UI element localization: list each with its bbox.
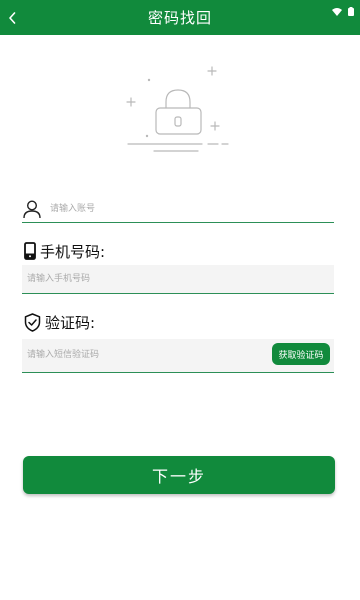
verification-code-input[interactable] (27, 347, 247, 363)
account-row (22, 196, 334, 223)
password-recovery-screen: 密码找回 请输入账号 手机号码: 请输入手机号码 验证码: 请输入短信验证码 获… (0, 0, 360, 600)
account-input[interactable] (50, 200, 330, 218)
user-icon (22, 199, 42, 219)
verification-label-text: 验证码: (45, 313, 96, 332)
phone-label-text: 手机号码: (40, 242, 106, 261)
phone-icon (24, 242, 36, 260)
page-title: 密码找回 (147, 9, 212, 27)
phone-field (22, 265, 334, 294)
phone-label: 手机号码: (24, 240, 105, 262)
verification-label: 验证码: (24, 311, 95, 333)
lock-icon (126, 66, 229, 152)
verification-field: 获取验证码 (22, 339, 334, 373)
phone-input[interactable] (27, 271, 247, 287)
next-step-button[interactable]: 下一步 (23, 456, 335, 494)
get-code-button[interactable]: 获取验证码 (272, 343, 330, 365)
shield-check-icon (24, 312, 41, 332)
app-header: 密码找回 (0, 0, 360, 35)
lock-illustration (118, 60, 242, 160)
